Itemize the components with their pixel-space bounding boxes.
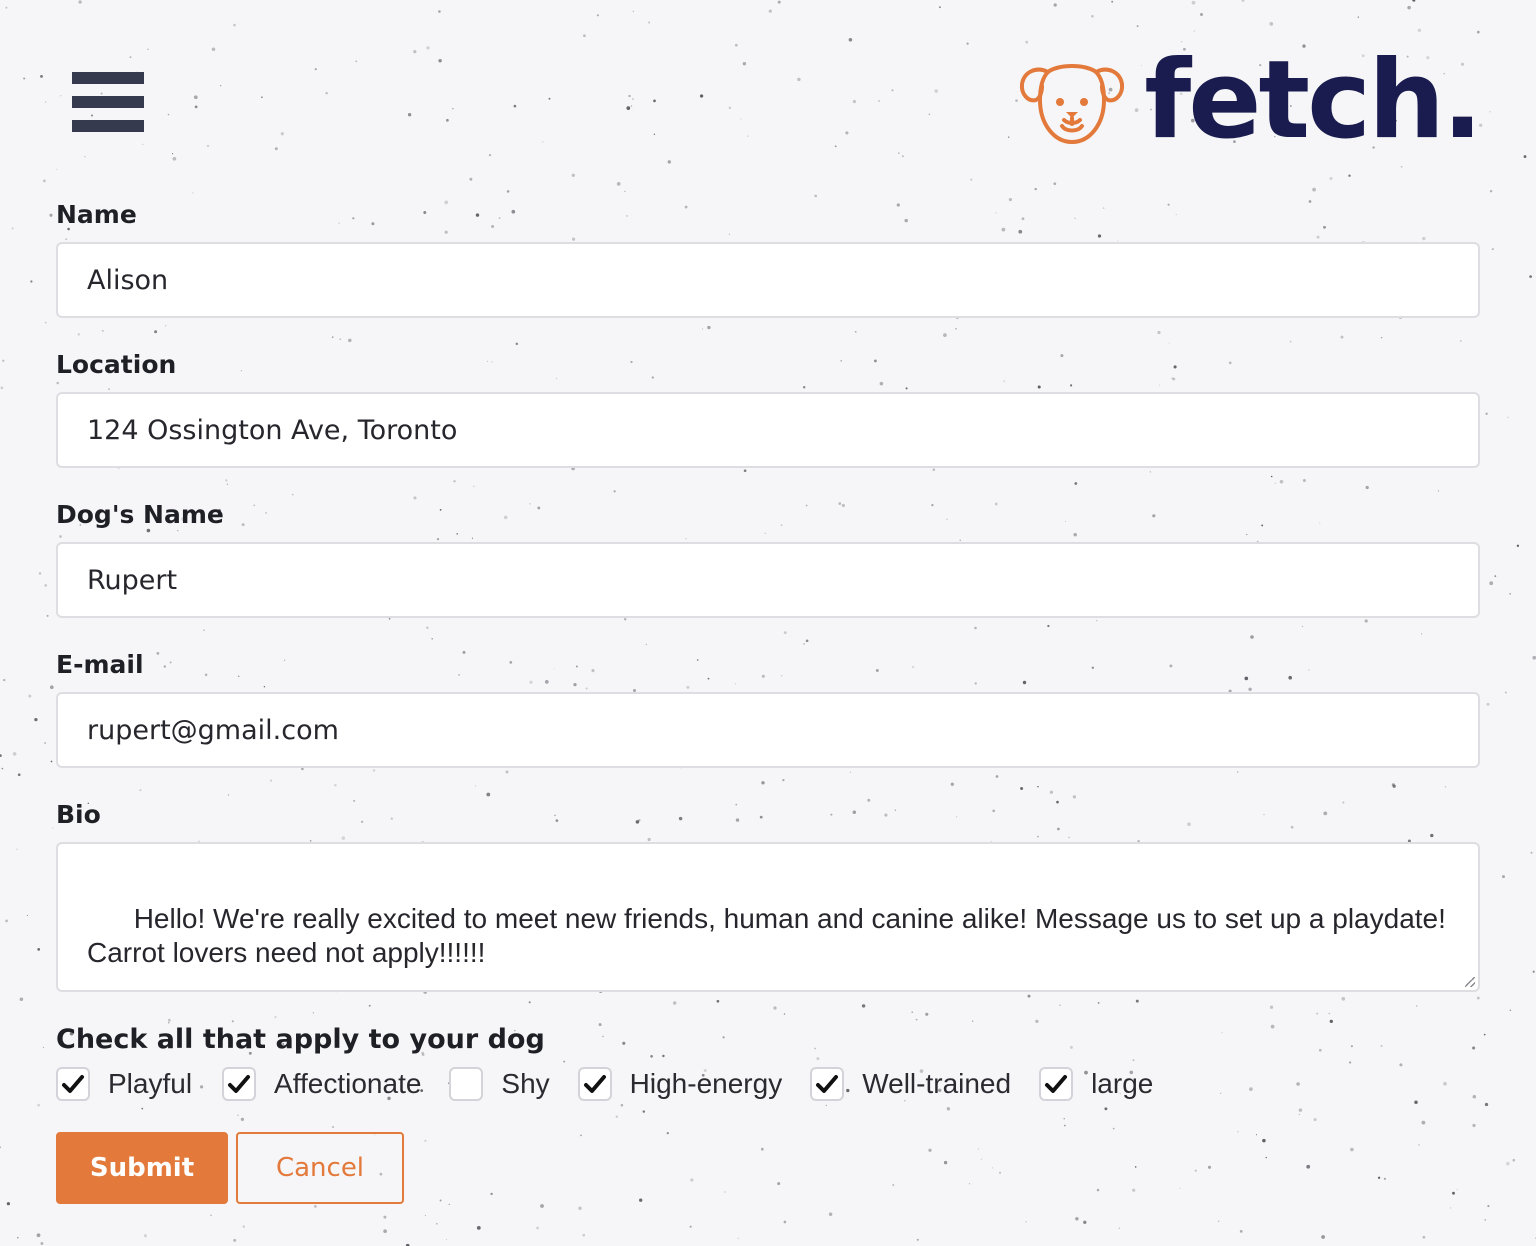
profile-page: fetch. Name Alison Location 124 Ossingto… [0, 0, 1536, 1246]
checkbox[interactable] [577, 1067, 612, 1101]
bio-text: Hello! We're really excited to meet new … [87, 903, 1454, 968]
speckle-background [0, 0, 1536, 1246]
checkmark-icon [583, 1075, 606, 1093]
checkbox[interactable] [449, 1067, 484, 1101]
dog-face-icon [1020, 64, 1125, 144]
location-label: Location [56, 350, 177, 379]
trait-label: High-energy [629, 1068, 783, 1099]
menu-bar [72, 96, 144, 108]
trait-large[interactable]: large [1039, 1067, 1153, 1101]
brand-logo[interactable]: fetch. [1018, 38, 1483, 163]
hamburger-menu-icon[interactable] [72, 72, 144, 132]
location-input[interactable]: 124 Ossington Ave, Toronto [56, 392, 1480, 468]
submit-button[interactable]: Submit [56, 1132, 228, 1204]
traits-title: Check all that apply to your dog [56, 1024, 545, 1055]
resize-handle-icon[interactable] [1465, 977, 1475, 987]
bio-textarea[interactable]: Hello! We're really excited to meet new … [56, 842, 1480, 992]
trait-playful[interactable]: Playful [56, 1067, 192, 1101]
menu-bar [72, 72, 144, 84]
email-input[interactable]: rupert@gmail.com [56, 692, 1480, 768]
cancel-button[interactable]: Cancel [236, 1132, 404, 1204]
trait-high-energy[interactable]: High-energy [577, 1067, 783, 1101]
trait-label: Well-trained [862, 1068, 1012, 1099]
checkbox[interactable] [1039, 1067, 1074, 1101]
trait-label: Shy [501, 1068, 550, 1099]
name-input[interactable]: Alison [56, 242, 1480, 318]
traits-checkbox-group: Playful Affectionate Shy High-energy Wel… [56, 1066, 1153, 1102]
checkbox[interactable] [222, 1067, 257, 1101]
dog-name-input[interactable]: Rupert [56, 542, 1480, 618]
email-label: E-mail [56, 650, 144, 679]
trait-label: large [1091, 1068, 1154, 1099]
checkbox[interactable] [56, 1067, 90, 1101]
trait-affectionate[interactable]: Affectionate [222, 1067, 421, 1101]
checkmark-icon [1045, 1075, 1068, 1093]
trait-well-trained[interactable]: Well-trained [810, 1067, 1011, 1101]
trait-label: Playful [108, 1068, 193, 1099]
dog-name-label: Dog's Name [56, 500, 224, 529]
checkmark-icon [816, 1075, 839, 1093]
menu-bar [72, 120, 144, 132]
checkmark-icon [62, 1075, 84, 1093]
name-label: Name [56, 200, 137, 229]
checkmark-icon [228, 1075, 251, 1093]
brand-wordmark: fetch. [1144, 38, 1483, 163]
trait-shy[interactable]: Shy [449, 1067, 550, 1101]
checkbox[interactable] [810, 1067, 845, 1101]
trait-label: Affectionate [274, 1068, 422, 1099]
bio-label: Bio [56, 800, 101, 829]
